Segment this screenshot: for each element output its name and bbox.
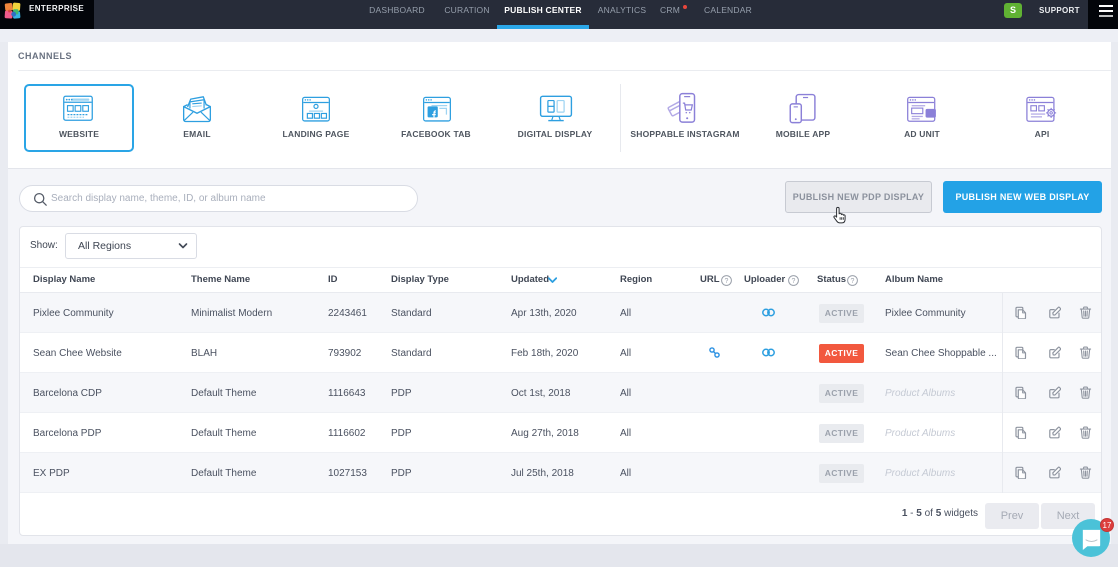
svg-text:Ad: Ad	[927, 111, 936, 118]
svg-text:?: ?	[851, 278, 855, 285]
svg-text:?: ?	[725, 278, 729, 285]
svg-text:?: ?	[792, 278, 796, 285]
